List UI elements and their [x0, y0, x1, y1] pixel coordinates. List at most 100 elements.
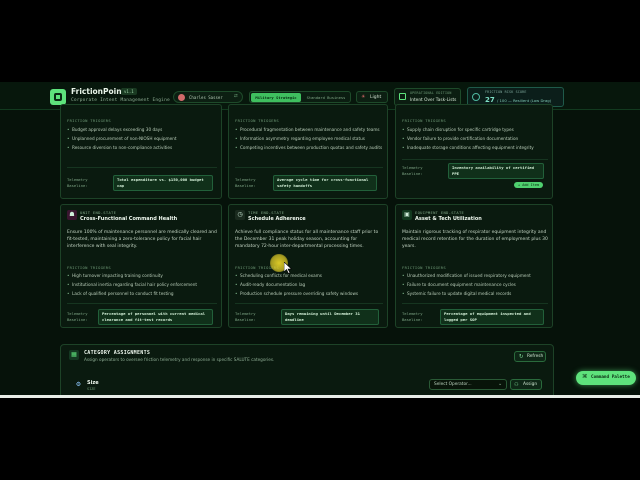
telemetry-baseline-value: Percentage of equipment inspected and lo… — [440, 309, 544, 325]
chip-icon: ▣ — [402, 210, 412, 220]
friction-triggers-list: Supply chain disruption for specific car… — [402, 125, 534, 152]
telemetry-key: Telemetry Baseline: — [235, 177, 256, 188]
risk-score-value: 27 — [485, 96, 495, 104]
friction-triggers-label: FRICTION TRIGGERS — [67, 118, 111, 123]
shield-icon — [399, 93, 406, 100]
app-logo — [50, 89, 66, 105]
divider — [67, 303, 217, 304]
operator-select[interactable]: Select Operator... ⌄ — [429, 379, 507, 390]
end-state-card-2: FRICTION TRIGGERS Procedural fragmentati… — [228, 104, 388, 199]
telemetry-key: Telemetry Baseline: — [67, 177, 88, 188]
mouse-pointer-icon — [284, 262, 292, 274]
refresh-label: Refresh — [527, 354, 544, 359]
friction-triggers-label: FRICTION TRIGGERS — [402, 118, 446, 123]
brand-name: FrictionPoint — [71, 87, 126, 96]
add-item-button[interactable]: + Add Item — [514, 182, 544, 188]
telemetry-key: Telemetry Baseline: — [402, 311, 423, 322]
bottom-edge — [0, 395, 640, 398]
trigger-item: Competing incentives between production … — [235, 143, 382, 152]
brand-tagline: Corporate Intent Management Engine — [71, 98, 170, 103]
app-viewport: FrictionPoint v1.1 Corporate Intent Mana… — [0, 82, 640, 395]
trigger-item: Supply chain disruption for specific car… — [402, 125, 534, 134]
trigger-item: Information asymmetry regarding employee… — [235, 134, 382, 143]
chevron-down-icon: ⌄ — [498, 381, 503, 387]
version-badge: v1.1 — [121, 88, 137, 95]
telemetry-key: Telemetry Baseline: — [235, 311, 256, 322]
trigger-item: Unplanned procurement of non-NIOSH equip… — [67, 134, 177, 143]
card-title: Asset & Tech Utilization — [415, 216, 482, 222]
card-description: Ensure 100% of maintenance personnel are… — [67, 230, 217, 249]
trigger-item: Unauthorized modification of issued resp… — [402, 271, 531, 280]
trigger-item: Budget approval delays exceeding 30 days — [67, 125, 177, 134]
view-standard-business[interactable]: Standard Business — [302, 93, 350, 102]
category-row-code: SIZE — [87, 387, 96, 391]
telemetry-baseline-value: Percentage of personnel with current med… — [98, 309, 213, 325]
category-subtitle: Assign operators to oversee friction tel… — [84, 357, 275, 362]
category-title: CATEGORY ASSIGNMENTS — [84, 350, 151, 356]
divider — [235, 303, 383, 304]
trigger-item: Lack of qualified personnel to conduct f… — [67, 289, 197, 298]
card-eyebrow: UNIT END-STATE — [80, 210, 117, 215]
divider — [402, 303, 548, 304]
switch-icon: ⇄ — [234, 94, 238, 99]
end-state-card-schedule-adherence: ◷ TIME END-STATE Schedule Adherence Achi… — [228, 204, 388, 328]
op-edition-title: OPERATIONAL EDITION — [410, 91, 452, 95]
telemetry-key: Telemetry Baseline: — [402, 165, 423, 176]
trigger-item: Resource diversion to non-compliance act… — [67, 143, 177, 152]
friction-triggers-list: Budget approval delays exceeding 30 days… — [67, 125, 177, 152]
divider — [402, 159, 548, 160]
end-state-card-asset-utilization: ▣ EQUIPMENT END-STATE Asset & Tech Utili… — [395, 204, 553, 328]
telemetry-baseline-value: Total expenditure vs. $150,000 budget ca… — [113, 175, 213, 191]
user-selector[interactable]: Charles Sasser ⇄ — [173, 91, 243, 103]
size-category-icon: ⚙ — [75, 381, 82, 388]
sun-icon: ☀ — [361, 94, 366, 100]
view-military-strategic[interactable]: Military Strategic — [251, 93, 301, 102]
risk-score-detail: / 100 — Resilient (Low Drag) — [497, 98, 552, 103]
trigger-item: Systemic failure to update digital medic… — [402, 289, 531, 298]
category-row-name: Size — [87, 380, 99, 386]
grid-icon: ▦ — [69, 350, 79, 360]
trigger-item: Institutional inertia regarding facial h… — [67, 280, 197, 289]
theme-label: Light — [370, 94, 382, 100]
command-palette-button[interactable]: ⌘ Command Palette — [576, 371, 636, 385]
trigger-item: Production schedule pressure overriding … — [235, 289, 358, 298]
refresh-button[interactable]: ↻ Refresh — [514, 351, 546, 362]
op-edition-value: Intent Over Task-Lists — [410, 98, 457, 103]
category-assignments-panel: ▦ CATEGORY ASSIGNMENTS Assign operators … — [60, 344, 554, 395]
command-palette-label: Command Palette — [591, 375, 630, 380]
trigger-item: Failure to document equipment maintenanc… — [402, 280, 531, 289]
telemetry-baseline-value: Inventory availability of certified PPE — [448, 163, 544, 179]
end-state-card-command-health: ☗ UNIT END-STATE Cross-Functional Comman… — [60, 204, 222, 328]
card-eyebrow: EQUIPMENT END-STATE — [415, 210, 465, 215]
friction-triggers-list: Procedural fragmentation between mainten… — [235, 125, 382, 152]
trigger-item: Audit-ready documentation lag — [235, 280, 358, 289]
assign-button[interactable]: ⚇ Assign — [510, 379, 542, 390]
command-icon: ⌘ — [582, 374, 588, 380]
gauge-icon — [472, 93, 480, 101]
divider — [235, 167, 383, 168]
card-title: Schedule Adherence — [248, 216, 306, 222]
trigger-item: High turnover impacting training continu… — [67, 271, 197, 280]
card-description: Achieve full compliance status for all m… — [235, 230, 379, 249]
friction-triggers-label: FRICTION TRIGGERS — [402, 265, 446, 270]
telemetry-key: Telemetry Baseline: — [67, 311, 88, 322]
users-icon: ☗ — [67, 210, 77, 220]
card-description: Maintain rigorous tracking of respirator… — [402, 230, 548, 249]
theme-toggle-button[interactable]: ☀ Light — [356, 91, 388, 103]
logo-mark — [54, 93, 62, 101]
telemetry-baseline-value: Days remaining until December 31 deadlin… — [281, 309, 379, 325]
clock-icon: ◷ — [235, 210, 245, 220]
telemetry-baseline-value: Average cycle time for cross-functional … — [273, 175, 377, 191]
user-plus-icon: ⚇ — [514, 382, 519, 388]
end-state-card-1: FRICTION TRIGGERS Budget approval delays… — [60, 104, 222, 199]
user-name: Charles Sasser — [189, 94, 223, 100]
refresh-icon: ↻ — [519, 354, 524, 360]
friction-triggers-label: FRICTION TRIGGERS — [235, 118, 279, 123]
trigger-item: Vendor failure to provide certification … — [402, 134, 534, 143]
trigger-item: Inadequate storage conditions affecting … — [402, 143, 534, 152]
card-title: Cross-Functional Command Health — [80, 216, 178, 222]
operator-select-value: Select Operator... — [434, 382, 472, 387]
friction-triggers-label: FRICTION TRIGGERS — [67, 265, 111, 270]
friction-triggers-list: Unauthorized modification of issued resp… — [402, 271, 531, 298]
assign-label: Assign — [523, 382, 538, 387]
